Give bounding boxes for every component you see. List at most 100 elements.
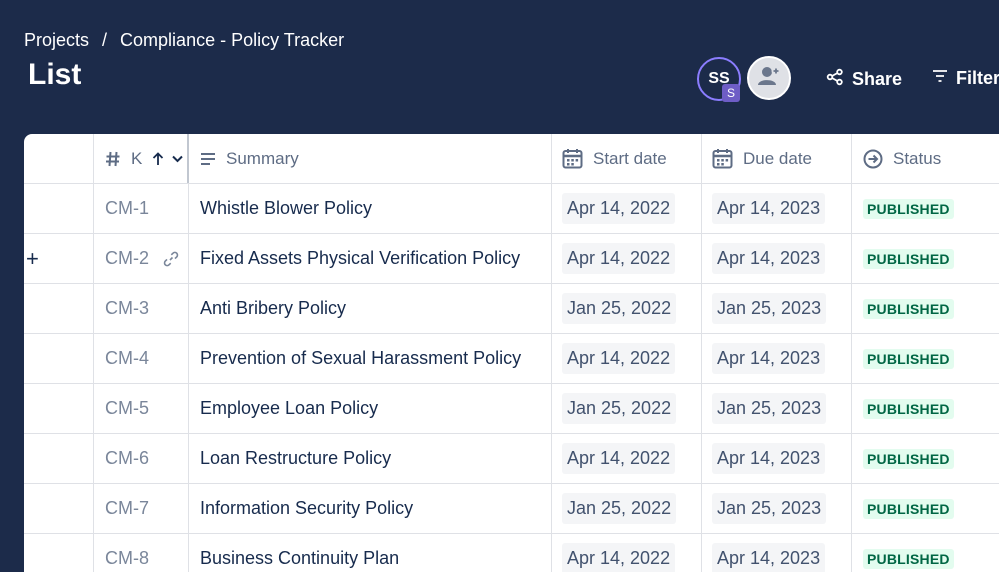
summary-cell[interactable]: Anti Bribery Policy xyxy=(189,284,552,333)
status-badge[interactable]: PUBLISHED xyxy=(863,498,954,519)
column-header-start-date[interactable]: Start date xyxy=(552,134,702,183)
issue-key[interactable]: CM-7 xyxy=(105,498,149,519)
due-date[interactable]: Jan 25, 2023 xyxy=(712,293,827,324)
status-badge[interactable]: PUBLISHED xyxy=(863,348,954,369)
summary-cell[interactable]: Whistle Blower Policy xyxy=(189,184,552,233)
start-date[interactable]: Jan 25, 2022 xyxy=(562,393,677,424)
start-date-cell[interactable]: Apr 14, 2022 xyxy=(552,334,702,383)
start-date-cell[interactable]: Apr 14, 2022 xyxy=(552,234,702,283)
issue-summary[interactable]: Business Continuity Plan xyxy=(200,548,399,569)
due-date-cell[interactable]: Apr 14, 2023 xyxy=(702,184,852,233)
issue-key[interactable]: CM-8 xyxy=(105,548,149,569)
key-cell[interactable]: CM-8 xyxy=(94,534,189,572)
summary-cell[interactable]: Fixed Assets Physical Verification Polic… xyxy=(189,234,552,283)
start-date[interactable]: Apr 14, 2022 xyxy=(562,443,676,474)
key-cell[interactable]: CM-6 xyxy=(94,434,189,483)
filter-button[interactable]: Filter xyxy=(932,68,999,89)
column-header-summary[interactable]: Summary xyxy=(189,134,552,183)
key-cell[interactable]: CM-7 xyxy=(94,484,189,533)
issue-summary[interactable]: Whistle Blower Policy xyxy=(200,198,372,219)
key-cell[interactable]: CM-5 xyxy=(94,384,189,433)
status-badge[interactable]: PUBLISHED xyxy=(863,298,954,319)
summary-cell[interactable]: Information Security Policy xyxy=(189,484,552,533)
start-date[interactable]: Apr 14, 2022 xyxy=(562,243,676,274)
issue-key[interactable]: CM-5 xyxy=(105,398,149,419)
start-date[interactable]: Jan 25, 2022 xyxy=(562,293,677,324)
key-cell[interactable]: CM-2 xyxy=(94,234,189,283)
table-row[interactable]: CM-6 Loan Restructure Policy Apr 14, 2022 A… xyxy=(24,434,999,484)
issue-summary[interactable]: Information Security Policy xyxy=(200,498,413,519)
summary-cell[interactable]: Employee Loan Policy xyxy=(189,384,552,433)
due-date-cell[interactable]: Jan 25, 2023 xyxy=(702,484,852,533)
status-cell[interactable]: PUBLISHED xyxy=(852,534,999,572)
column-header-key[interactable]: K xyxy=(94,134,189,183)
table-row[interactable]: CM-7 Information Security Policy Jan 25, 2… xyxy=(24,484,999,534)
start-date-cell[interactable]: Jan 25, 2022 xyxy=(552,384,702,433)
start-date-cell[interactable]: Jan 25, 2022 xyxy=(552,284,702,333)
table-row[interactable]: CM-3 Anti Bribery Policy Jan 25, 2022 Jan 2… xyxy=(24,284,999,334)
issue-summary[interactable]: Fixed Assets Physical Verification Polic… xyxy=(200,248,520,269)
due-date-cell[interactable]: Apr 14, 2023 xyxy=(702,334,852,383)
key-cell[interactable]: CM-4 xyxy=(94,334,189,383)
issue-key[interactable]: CM-6 xyxy=(105,448,149,469)
summary-cell[interactable]: Business Continuity Plan xyxy=(189,534,552,572)
issue-key[interactable]: CM-3 xyxy=(105,298,149,319)
issue-summary[interactable]: Employee Loan Policy xyxy=(200,398,378,419)
start-date-cell[interactable]: Apr 14, 2022 xyxy=(552,534,702,572)
start-date-cell[interactable]: Apr 14, 2022 xyxy=(552,184,702,233)
due-date-cell[interactable]: Apr 14, 2023 xyxy=(702,434,852,483)
key-cell[interactable]: CM-3 xyxy=(94,284,189,333)
status-badge[interactable]: PUBLISHED xyxy=(863,248,954,269)
summary-cell[interactable]: Loan Restructure Policy xyxy=(189,434,552,483)
issue-key[interactable]: CM-4 xyxy=(105,348,149,369)
issue-key[interactable]: CM-1 xyxy=(105,198,149,219)
due-date-cell[interactable]: Jan 25, 2023 xyxy=(702,284,852,333)
table-row[interactable]: CM-8 Business Continuity Plan Apr 14, 2022… xyxy=(24,534,999,572)
due-date[interactable]: Apr 14, 2023 xyxy=(712,343,826,374)
table-row[interactable]: CM-1 Whistle Blower Policy Apr 14, 2022 Apr… xyxy=(24,184,999,234)
status-cell[interactable]: PUBLISHED xyxy=(852,284,999,333)
share-button[interactable]: Share xyxy=(826,68,902,91)
table-row[interactable]: CM-5 Employee Loan Policy Jan 25, 2022 Jan … xyxy=(24,384,999,434)
summary-cell[interactable]: Prevention of Sexual Harassment Policy xyxy=(189,334,552,383)
issue-summary[interactable]: Prevention of Sexual Harassment Policy xyxy=(200,348,521,369)
due-date-cell[interactable]: Apr 14, 2023 xyxy=(702,234,852,283)
status-badge[interactable]: PUBLISHED xyxy=(863,548,954,569)
breadcrumb-project[interactable]: Compliance - Policy Tracker xyxy=(120,30,344,51)
chevron-down-icon[interactable] xyxy=(172,155,184,163)
status-cell[interactable]: PUBLISHED xyxy=(852,434,999,483)
status-cell[interactable]: PUBLISHED xyxy=(852,384,999,433)
issue-summary[interactable]: Anti Bribery Policy xyxy=(200,298,346,319)
due-date-cell[interactable]: Jan 25, 2023 xyxy=(702,384,852,433)
status-cell[interactable]: PUBLISHED xyxy=(852,184,999,233)
status-badge[interactable]: PUBLISHED xyxy=(863,198,954,219)
plus-icon[interactable]: + xyxy=(26,246,39,272)
due-date[interactable]: Apr 14, 2023 xyxy=(712,443,826,474)
start-date[interactable]: Apr 14, 2022 xyxy=(562,543,676,572)
issue-key[interactable]: CM-2 xyxy=(105,248,149,269)
add-people-button[interactable] xyxy=(747,56,791,100)
start-date-cell[interactable]: Jan 25, 2022 xyxy=(552,484,702,533)
due-date[interactable]: Apr 14, 2023 xyxy=(712,543,826,572)
due-date[interactable]: Apr 14, 2023 xyxy=(712,243,826,274)
due-date[interactable]: Apr 14, 2023 xyxy=(712,193,826,224)
column-header-due-date[interactable]: Due date xyxy=(702,134,852,183)
key-cell[interactable]: CM-1 xyxy=(94,184,189,233)
status-badge[interactable]: PUBLISHED xyxy=(863,448,954,469)
issue-summary[interactable]: Loan Restructure Policy xyxy=(200,448,391,469)
start-date[interactable]: Apr 14, 2022 xyxy=(562,193,676,224)
due-date-cell[interactable]: Apr 14, 2023 xyxy=(702,534,852,572)
start-date[interactable]: Apr 14, 2022 xyxy=(562,343,676,374)
status-cell[interactable]: PUBLISHED xyxy=(852,234,999,283)
sort-up-icon[interactable] xyxy=(152,151,164,166)
breadcrumb-projects[interactable]: Projects xyxy=(24,30,89,51)
status-cell[interactable]: PUBLISHED xyxy=(852,484,999,533)
link-icon[interactable] xyxy=(163,251,179,267)
status-cell[interactable]: PUBLISHED xyxy=(852,334,999,383)
status-badge[interactable]: PUBLISHED xyxy=(863,398,954,419)
start-date[interactable]: Jan 25, 2022 xyxy=(562,493,677,524)
due-date[interactable]: Jan 25, 2023 xyxy=(712,393,827,424)
start-date-cell[interactable]: Apr 14, 2022 xyxy=(552,434,702,483)
due-date[interactable]: Jan 25, 2023 xyxy=(712,493,827,524)
column-header-status[interactable]: Status xyxy=(852,134,999,183)
